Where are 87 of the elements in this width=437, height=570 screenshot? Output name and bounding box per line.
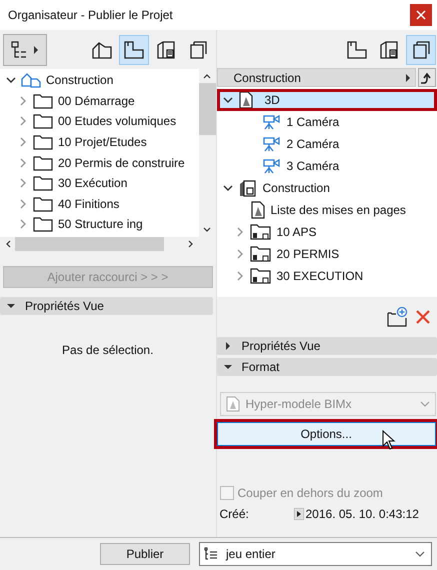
up-level-button[interactable] <box>418 68 436 87</box>
floor-plan-icon <box>122 40 144 60</box>
tree-structure-icon <box>10 41 40 59</box>
folder-icon <box>33 134 53 150</box>
collapsed-chevron-icon[interactable] <box>234 227 244 237</box>
new-item-button[interactable] <box>387 307 409 327</box>
tree-item[interactable]: 20 Permis de construire <box>58 156 185 170</box>
document-icon <box>226 396 240 412</box>
layout-book-icon <box>378 40 400 60</box>
checkbox-label: Couper en dehors du zoom <box>238 486 383 500</box>
house-icon <box>21 72 41 88</box>
tree-row[interactable]: 30 EXECUTION <box>216 265 437 287</box>
collapsed-chevron-icon[interactable] <box>234 249 244 259</box>
created-label: Créé: <box>220 507 250 521</box>
list-tree-icon <box>204 547 218 561</box>
tree-row[interactable]: 10 APS <box>216 221 437 243</box>
scroll-down-icon[interactable] <box>203 227 211 233</box>
scroll-right-icon[interactable] <box>188 240 194 248</box>
floor-plan-icon <box>346 40 368 60</box>
scroll-up-icon[interactable] <box>203 73 211 79</box>
folder-icon <box>33 196 53 212</box>
section-header[interactable]: Propriétés Vue <box>216 337 437 355</box>
collapsed-chevron-icon[interactable] <box>18 178 28 188</box>
expanded-chevron-icon[interactable] <box>222 183 232 193</box>
expanded-chevron-icon[interactable] <box>222 95 232 105</box>
publish-button[interactable]: Publier <box>100 543 190 565</box>
section-title: Propriétés Vue <box>25 299 104 313</box>
tree-row[interactable]: Construction <box>216 177 437 199</box>
collapsed-chevron-icon[interactable] <box>18 137 28 148</box>
document-icon <box>250 201 266 219</box>
subset-folder-icon <box>250 223 272 241</box>
breadcrumb-bar[interactable]: Construction <box>216 68 416 87</box>
folder-icon <box>33 175 53 192</box>
tree-item[interactable]: 10 Projet/Etudes <box>58 135 147 150</box>
tree-item[interactable]: 00 Démarrage <box>58 94 135 108</box>
folder-icon <box>33 216 53 232</box>
expand-arrow-icon[interactable] <box>294 508 304 520</box>
tree-item[interactable]: 50 Structure ing <box>58 217 143 232</box>
tree-row[interactable]: 2 Caméra <box>216 133 437 155</box>
new-folder-icon <box>387 307 409 327</box>
section-header[interactable]: Propriétés Vue <box>0 297 212 315</box>
section-header[interactable]: Format <box>216 358 437 376</box>
section-title: Format <box>242 360 280 374</box>
close-icon <box>416 10 426 20</box>
camera-icon <box>262 114 282 130</box>
close-button[interactable] <box>410 4 432 26</box>
layout-book-icon <box>238 179 258 197</box>
created-date: 2016. 05. 10. 0:43:12 <box>306 507 419 521</box>
collapsed-chevron-icon[interactable] <box>18 116 28 126</box>
expanded-chevron-icon[interactable] <box>6 75 16 86</box>
tree-row[interactable]: 20 PERMIS <box>216 243 437 265</box>
collapsed-chevron-icon[interactable] <box>234 271 244 281</box>
empty-message: Pas de sélection. <box>61 343 154 357</box>
collapsed-chevron-icon[interactable] <box>18 198 28 209</box>
tree-row[interactable]: Liste des mises en pages <box>216 199 437 221</box>
camera-icon <box>262 158 282 174</box>
play-arrow-icon[interactable] <box>405 74 411 82</box>
collapsed-chevron-icon[interactable] <box>18 96 28 106</box>
collapsed-chevron-icon[interactable] <box>18 158 28 168</box>
breadcrumb-text: Construction <box>234 70 301 84</box>
tree-row[interactable]: 3 Caméra <box>216 155 437 177</box>
layout-book-icon <box>154 40 176 60</box>
subset-folder-icon <box>250 245 272 263</box>
folder-icon <box>33 92 53 109</box>
folder-icon <box>33 113 53 130</box>
tree-item[interactable]: Construction <box>46 73 114 88</box>
tree-row[interactable]: 1 Caméra <box>216 111 437 133</box>
options-button[interactable]: Options... <box>216 422 436 446</box>
tree-item[interactable]: 40 Finitions <box>58 196 120 211</box>
set-dropdown[interactable]: jeu entier <box>199 542 432 566</box>
section-title: Propriétés Vue <box>242 339 320 353</box>
delete-icon <box>415 309 431 325</box>
cursor-icon <box>382 430 396 450</box>
view-mode-button[interactable] <box>118 35 148 65</box>
subset-folder-icon <box>250 267 272 285</box>
scroll-left-icon[interactable] <box>5 240 11 248</box>
house-icon <box>90 40 112 60</box>
tree-view-menu-button[interactable] <box>3 34 47 66</box>
camera-icon <box>262 136 282 152</box>
tree-item[interactable]: 00 Etudes volumiques <box>58 114 176 128</box>
collapsed-chevron-icon[interactable] <box>18 219 28 230</box>
folder-icon <box>33 154 53 171</box>
tree-row[interactable]: 3D <box>216 89 437 111</box>
document-icon <box>238 91 254 109</box>
window-title: Organisateur - Publier le Projet <box>8 8 174 22</box>
tree-item[interactable]: 30 Exécution <box>58 176 128 190</box>
view-mode-button[interactable] <box>406 35 436 65</box>
